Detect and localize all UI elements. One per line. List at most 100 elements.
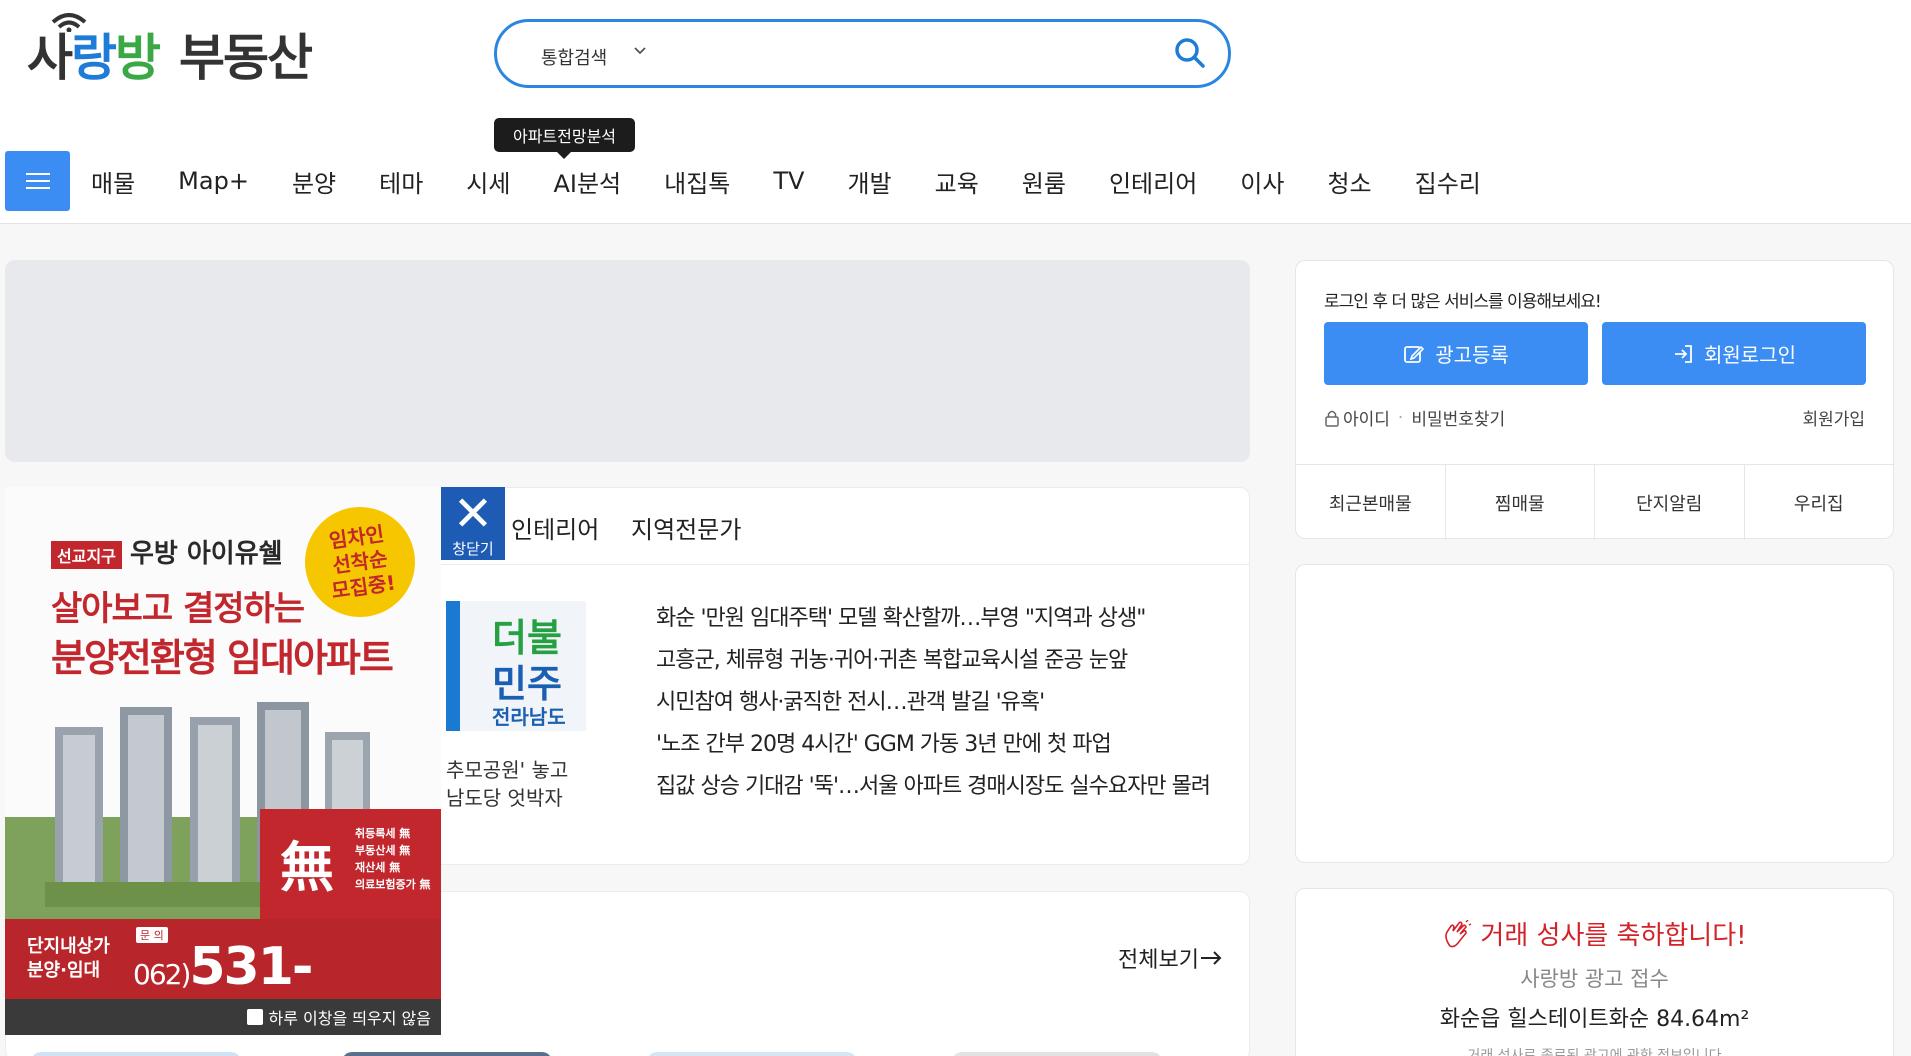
ad-contact-bar: 단지내상가 분양·임대 문 의 062)531-7714 xyxy=(5,919,441,999)
news-thumbnail[interactable]: 더불 민주 전라남도 xyxy=(446,601,586,731)
congrats-card: 거래 성사를 축하합니다! 사랑방 광고 접수 화순읍 힐스테이트화순 84.6… xyxy=(1295,888,1894,1056)
login-card: 로그인 후 더 많은 서비스를 이용해보세요! 광고등록 회원로그인 아이디 ·… xyxy=(1295,260,1894,540)
menu-button[interactable] xyxy=(5,151,70,211)
find-account-links: 아이디 · 비밀번호찾기 xyxy=(1324,405,1505,430)
view-all-link[interactable]: 전체보기 xyxy=(1118,942,1223,974)
logo-sub: 부동산 xyxy=(179,29,313,87)
ad-title: 우방 아이유쉘 xyxy=(130,539,283,569)
popup-hide-label: 하루 이창을 띄우지 않음 xyxy=(268,1009,431,1028)
nav-item-repair[interactable]: 집수리 xyxy=(1415,164,1481,199)
nav-item-moving[interactable]: 이사 xyxy=(1240,164,1284,199)
nav-item-education[interactable]: 교육 xyxy=(935,164,979,199)
tab-regional-expert[interactable]: 지역전문가 xyxy=(631,510,741,545)
quick-complex-alerts[interactable]: 단지알림 xyxy=(1595,465,1745,540)
arrow-right-icon xyxy=(1201,951,1222,965)
clap-icon xyxy=(1445,919,1472,947)
nav-item-tv[interactable]: TV xyxy=(773,167,804,195)
popup-hide-today[interactable]: 하루 이창을 띄우지 않음 xyxy=(5,999,441,1035)
ad-register-label: 광고등록 xyxy=(1435,345,1509,367)
nav-item-map[interactable]: Map+ xyxy=(178,167,249,195)
lock-icon xyxy=(1325,410,1339,427)
headline-item[interactable]: 집값 상승 기대감 '뚝'…서울 아파트 경매시장도 실수요자만 몰려 xyxy=(656,766,1211,808)
ad-free-char: 無 xyxy=(280,836,334,899)
ad-area-code: 062) xyxy=(133,958,191,991)
ad-contact-line: 단지내상가 xyxy=(27,936,110,957)
listing-thumb[interactable] xyxy=(952,1052,1162,1056)
ad-free-item: 재산세 無 xyxy=(355,861,401,874)
ad-contact-line: 분양·임대 xyxy=(27,960,101,981)
search-bar: 통합검색 xyxy=(494,19,1231,88)
congrats-subtitle: 사랑방 광고 접수 xyxy=(1520,967,1669,991)
find-id-link[interactable]: 아이디 xyxy=(1343,405,1390,430)
search-button[interactable] xyxy=(1170,34,1210,74)
logo-char-1: 사 xyxy=(27,29,73,87)
login-button-label: 회원로그인 xyxy=(1704,345,1796,367)
nav-tooltip: 아파트전망분석 xyxy=(494,118,635,159)
news-caption-line-2: 남도당 엇박자 xyxy=(446,786,563,810)
nav-item-interior[interactable]: 인테리어 xyxy=(1109,164,1197,199)
close-icon: ✕ xyxy=(452,486,494,542)
ad-headline: 분양전환형 임대아파트 xyxy=(51,636,394,680)
congrats-listing[interactable]: 화순읍 힐스테이트화순 84.64m² xyxy=(1296,1001,1893,1033)
ad-badge: 임차인 선착순 모집중! xyxy=(297,499,423,625)
ad-subtitle: 살아보고 결정하는 xyxy=(51,589,305,629)
ad-popup: 선교지구 우방 아이유쉘 살아보고 결정하는 분양전환형 임대아파트 임차인 선… xyxy=(5,487,505,1035)
ad-contact-left: 단지내상가 분양·임대 xyxy=(27,935,110,983)
checkbox-icon[interactable] xyxy=(246,1009,263,1025)
listing-thumb[interactable] xyxy=(647,1052,857,1056)
tab-interior[interactable]: 인테리어 xyxy=(511,510,599,545)
thumb-text-3: 전라남도 xyxy=(492,705,566,729)
ad-free-item: 취등록세 無 xyxy=(355,827,411,840)
nav-item-listings[interactable]: 매물 xyxy=(91,164,135,199)
headline-item[interactable]: 시민참여 행사·굵직한 전시…관객 발길 '유혹' xyxy=(656,682,1210,724)
logo[interactable]: 사랑방 부동산 xyxy=(27,13,313,94)
nav-item-ai-analysis[interactable]: AI분석 xyxy=(553,164,621,199)
congrats-title: 거래 성사를 축하합니다! xyxy=(1296,915,1893,952)
search-input[interactable] xyxy=(667,34,1127,74)
congrats-note: 거래 성사로 종료된 광고에 관한 정보입니다 xyxy=(1467,1048,1722,1056)
separator-dot: · xyxy=(1397,407,1404,428)
congrats-title-text: 거래 성사를 축하합니다! xyxy=(1480,921,1747,951)
popup-close-button[interactable]: ✕ 창닫기 xyxy=(441,487,505,560)
search-type-select[interactable]: 통합검색 xyxy=(541,44,607,70)
news-caption-line-1: 추모공원' 놓고 xyxy=(446,758,569,782)
listing-thumb[interactable] xyxy=(31,1052,241,1056)
login-button[interactable]: 회원로그인 xyxy=(1602,322,1866,385)
quick-recent-listings[interactable]: 최근본매물 xyxy=(1296,465,1446,540)
news-caption[interactable]: 추모공원' 놓고 남도당 엇박자 xyxy=(446,756,616,812)
ad-slot-card xyxy=(1295,564,1894,863)
nav-item-theme[interactable]: 테마 xyxy=(379,164,423,199)
ad-free-item: 의료보험증가 無 xyxy=(355,878,431,891)
find-password-link[interactable]: 비밀번호찾기 xyxy=(1411,405,1505,430)
nav-item-development[interactable]: 개발 xyxy=(847,164,891,199)
join-link[interactable]: 회원가입 xyxy=(1802,405,1865,430)
headline-item[interactable]: 화순 '만원 임대주택' 모델 확산할까…부영 "지역과 상생" xyxy=(656,598,1210,640)
popup-close-label: 창닫기 xyxy=(452,540,494,558)
quick-saved-listings[interactable]: 찜매물 xyxy=(1446,465,1595,540)
listing-thumb[interactable] xyxy=(342,1052,552,1056)
ad-register-button[interactable]: 광고등록 xyxy=(1324,322,1588,385)
chevron-down-icon[interactable] xyxy=(633,46,647,56)
header: 사랑방 부동산 통합검색 아파트전망분석 매물 Map+ 분양 테마 시세 AI… xyxy=(0,0,1911,224)
nav-item-oneroom[interactable]: 원룸 xyxy=(1022,164,1066,199)
quick-my-home[interactable]: 우리집 xyxy=(1745,465,1894,540)
login-icon xyxy=(1675,344,1692,363)
nav-item-price[interactable]: 시세 xyxy=(466,164,510,199)
ad-phone: 062)531-7714 xyxy=(133,937,441,999)
ad-free-item: 부동산세 無 xyxy=(355,844,411,857)
ad-free-list: 취등록세 無 부동산세 無 재산세 無 의료보험증가 無 xyxy=(355,825,431,893)
main-nav: 매물 Map+ 분양 테마 시세 AI분석 내집톡 TV 개발 교육 원룸 인테… xyxy=(70,151,1503,211)
view-all-label: 전체보기 xyxy=(1118,948,1199,973)
headline-item[interactable]: '노조 간부 20명 4시간' GGM 가동 3년 만에 첫 파업 xyxy=(656,724,1210,766)
thumb-text-2: 민주 xyxy=(492,662,562,706)
search-icon xyxy=(1175,37,1205,68)
ad-popup-image[interactable]: 선교지구 우방 아이유쉘 살아보고 결정하는 분양전환형 임대아파트 임차인 선… xyxy=(5,487,441,999)
headline-item[interactable]: 고흥군, 체류형 귀농·귀어·귀촌 복합교육시설 준공 눈앞 xyxy=(656,640,1210,682)
thumb-stripe xyxy=(446,601,460,731)
nav-item-presale[interactable]: 분양 xyxy=(292,164,336,199)
nav-item-home-talk[interactable]: 내집톡 xyxy=(664,164,730,199)
nav-item-cleaning[interactable]: 청소 xyxy=(1327,164,1371,199)
headline-list: 화순 '만원 임대주택' 모델 확산할까…부영 "지역과 상생" 고흥군, 체류… xyxy=(656,598,1211,808)
logo-char-3: 방 xyxy=(115,29,161,87)
page: 사랑방 부동산 통합검색 아파트전망분석 매물 Map+ 분양 테마 시세 AI… xyxy=(0,0,1911,1056)
